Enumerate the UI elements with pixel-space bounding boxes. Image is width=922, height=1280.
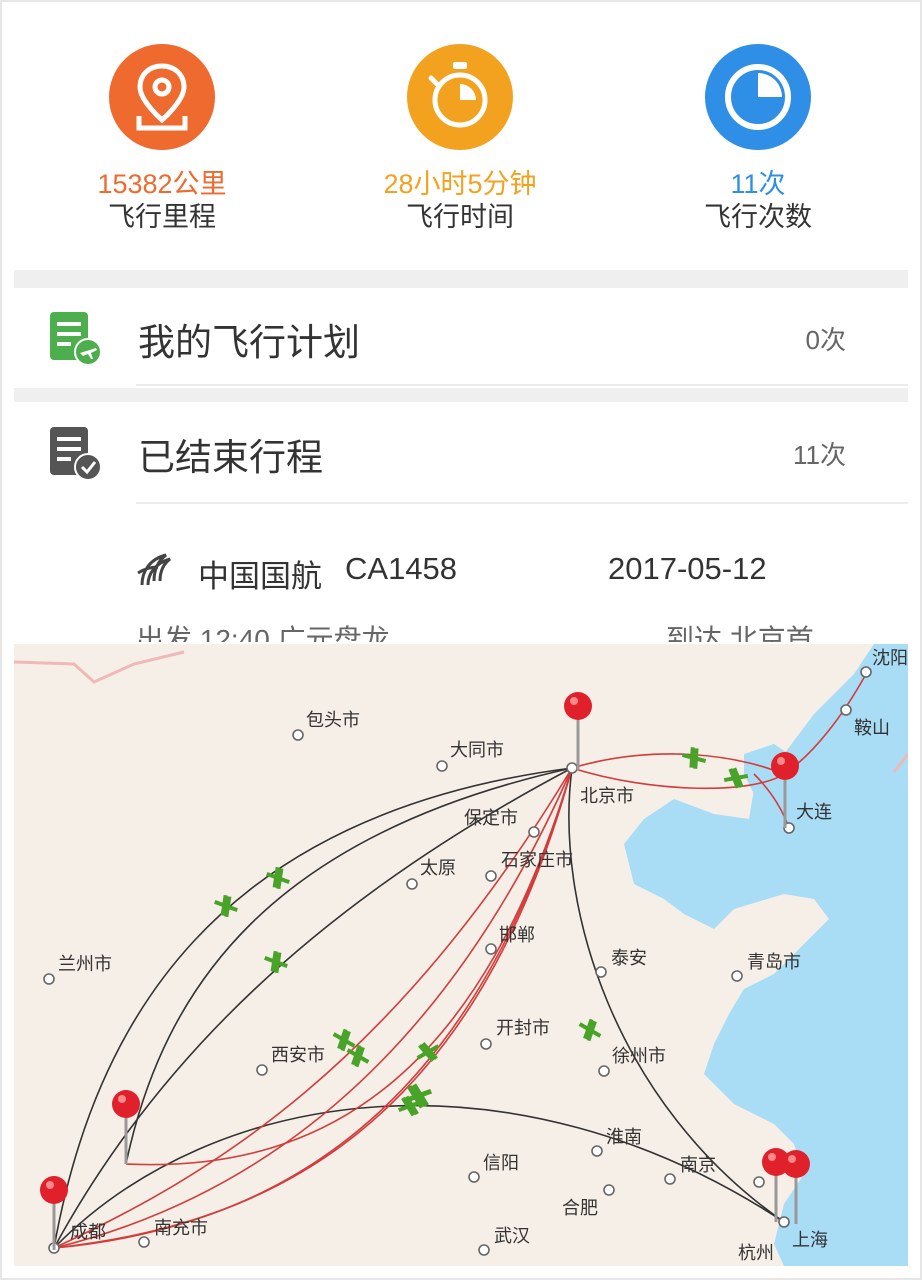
stat-flight-count[interactable]: 11次 飞行次数 bbox=[638, 44, 878, 234]
completed-trips-icon bbox=[48, 425, 104, 485]
city-label: 北京市 bbox=[580, 786, 634, 806]
city-label: 包头市 bbox=[306, 710, 360, 730]
flight-detail-cut: 出发 12:40 广元盘龙 到达 北京首都 bbox=[136, 612, 836, 642]
flight-number: CA1458 bbox=[345, 551, 458, 586]
city-label: 保定市 bbox=[464, 808, 518, 828]
city-label: 徐州市 bbox=[612, 1046, 666, 1066]
flight-plan-title: 我的飞行计划 bbox=[138, 322, 360, 363]
plane-icon bbox=[681, 747, 707, 769]
city-label: 南充市 bbox=[154, 1218, 208, 1238]
stat-label: 飞行次数 bbox=[704, 202, 812, 232]
plane-icon bbox=[578, 1018, 602, 1042]
plane-icon bbox=[266, 866, 290, 890]
flight-plan-icon bbox=[48, 310, 104, 370]
ended-trips-count: 11次 bbox=[793, 440, 846, 470]
plane-icon bbox=[332, 1028, 356, 1052]
city-label: 上海 bbox=[792, 1230, 828, 1250]
city-label: 南京 bbox=[680, 1155, 716, 1175]
city-label: 西安市 bbox=[271, 1045, 325, 1065]
city-label: 兰州市 bbox=[58, 954, 112, 974]
city-label: 淮南 bbox=[606, 1127, 642, 1147]
flight-plan-row[interactable]: 我的飞行计划 0次 bbox=[14, 288, 908, 384]
city-label: 成都 bbox=[70, 1222, 106, 1242]
city-label: 合肥 bbox=[562, 1198, 598, 1218]
city-label: 武汉 bbox=[494, 1226, 530, 1246]
plane-icon bbox=[416, 1042, 440, 1062]
ended-trips-row[interactable]: 已结束行程 11次 bbox=[14, 403, 908, 499]
city-label: 信阳 bbox=[483, 1153, 519, 1173]
divider-line bbox=[136, 502, 908, 504]
city-label: 石家庄市 bbox=[501, 850, 573, 870]
stat-value: 11次 bbox=[730, 169, 786, 199]
city-label: 开封市 bbox=[496, 1018, 550, 1038]
city-label: 沈阳 bbox=[872, 648, 908, 668]
stopwatch-icon bbox=[407, 44, 513, 150]
city-label: 大同市 bbox=[450, 740, 504, 760]
stat-value: 15382公里 bbox=[97, 169, 227, 199]
city-label: 杭州 bbox=[738, 1243, 774, 1263]
airline-name: 中国国航 bbox=[198, 559, 322, 594]
flight-plan-count: 0次 bbox=[805, 325, 846, 355]
city-label: 鞍山 bbox=[854, 718, 890, 738]
border-line bbox=[14, 650, 185, 684]
air-china-logo-icon bbox=[136, 551, 176, 594]
plane-icon bbox=[346, 1044, 370, 1068]
route-map-canvas: 包头市 大同市 北京市 保定市 太原 石家庄市 邯郸 泰安 青岛市 兰州市 开封… bbox=[14, 644, 908, 1266]
plane-icon bbox=[264, 950, 288, 974]
city-label: 大连 bbox=[796, 802, 832, 822]
divider-line bbox=[136, 384, 908, 386]
stat-flight-time[interactable]: 28小时5分钟 飞行时间 bbox=[340, 44, 580, 234]
arrival-info: 到达 北京首都 bbox=[666, 624, 814, 642]
city-label: 太原 bbox=[420, 858, 456, 878]
city-label: 邯郸 bbox=[499, 925, 535, 945]
stat-label: 飞行时间 bbox=[406, 202, 514, 232]
route-map[interactable]: 包头市 大同市 北京市 保定市 太原 石家庄市 邯郸 泰安 青岛市 兰州市 开封… bbox=[14, 644, 908, 1266]
pie-clock-icon bbox=[705, 44, 811, 150]
section-divider bbox=[14, 388, 908, 402]
stat-label: 飞行里程 bbox=[108, 202, 216, 232]
location-pin-icon bbox=[109, 44, 215, 150]
ended-trips-title: 已结束行程 bbox=[138, 437, 323, 478]
stat-flight-distance[interactable]: 15382公里 飞行里程 bbox=[42, 44, 282, 234]
city-label: 青岛市 bbox=[747, 952, 801, 972]
pin-beijing bbox=[564, 692, 592, 770]
flight-entry[interactable]: 中国国航 CA1458 2017-05-12 bbox=[130, 545, 810, 594]
flight-date: 2017-05-12 bbox=[608, 551, 767, 586]
departure-info: 出发 12:40 广元盘龙 bbox=[136, 624, 390, 642]
stat-value: 28小时5分钟 bbox=[383, 169, 537, 199]
section-divider bbox=[14, 270, 908, 288]
plane-icon bbox=[214, 894, 238, 918]
city-label: 泰安 bbox=[611, 948, 647, 968]
